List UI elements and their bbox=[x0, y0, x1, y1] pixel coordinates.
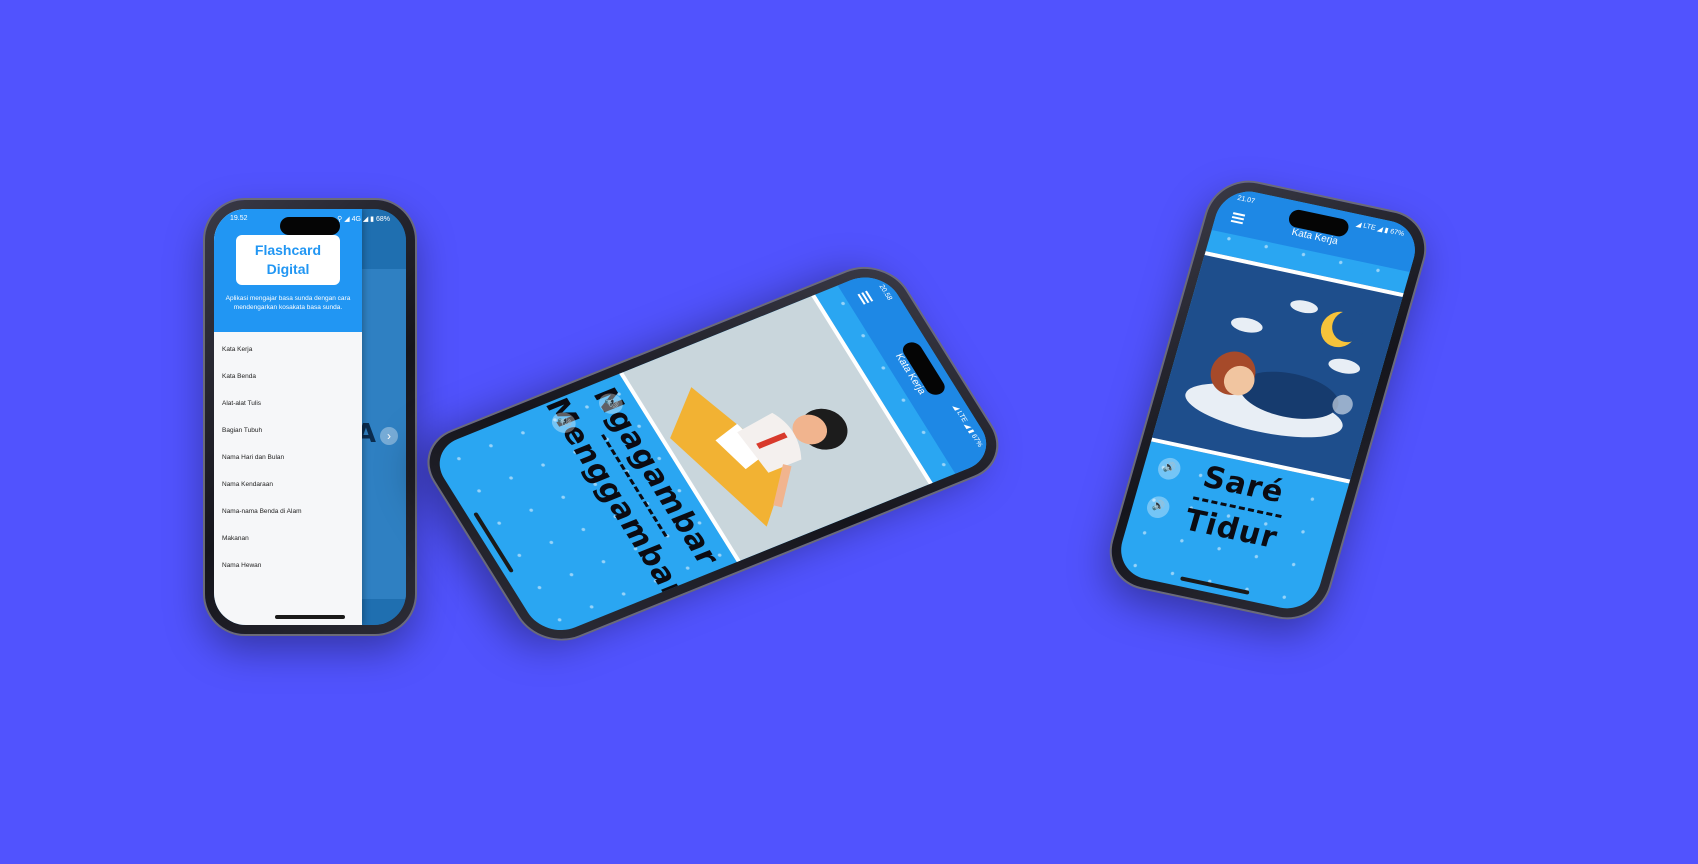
phone-screen: 21.07 ◢ LTE ◢ ▮ 67% Kata Kerja 🔊 🔊 Saré … bbox=[1113, 185, 1423, 615]
phone-screen: 20.58 ◢ LTE ◢ ▮ 67% Kata Kerja 🔊 🔊 Ngaga… bbox=[427, 267, 999, 640]
status-icons: ⚲ ◢ 4G ◢ ▮ 68% bbox=[337, 216, 390, 223]
status-time: 21.07 bbox=[1236, 194, 1256, 206]
drawer-item[interactable]: Kata Benda bbox=[214, 363, 362, 390]
navigation-drawer: Flashcard Digital Aplikasi mengajar basa… bbox=[214, 209, 362, 625]
dynamic-island bbox=[280, 217, 340, 235]
drawer-item[interactable]: Kata Kerja bbox=[214, 336, 362, 363]
phone-sleep-wrapper: 21.07 ◢ LTE ◢ ▮ 67% Kata Kerja 🔊 🔊 Saré … bbox=[1102, 175, 1434, 625]
home-indicator bbox=[275, 615, 345, 619]
drawer-item[interactable]: Nama Hari dan Bulan bbox=[214, 444, 362, 471]
phone-screen: 19.52 ⚲ ◢ 4G ◢ ▮ 68% A › Flashcard Digit… bbox=[214, 209, 406, 625]
app-description: Aplikasi mengajar basa sunda dengan cara… bbox=[225, 295, 351, 311]
drawer-item[interactable]: Nama Kendaraan bbox=[214, 471, 362, 498]
drawer-item[interactable]: Alat-alat Tulis bbox=[214, 390, 362, 417]
sleeping-child-illustration bbox=[1185, 300, 1365, 438]
drawer-item[interactable]: Nama Hewan bbox=[214, 552, 362, 579]
drawer-item[interactable]: Makanan bbox=[214, 525, 362, 552]
next-arrow-icon[interactable]: › bbox=[380, 427, 398, 445]
status-time: 19.52 bbox=[230, 215, 248, 222]
app-logo-title: Flashcard Digital bbox=[236, 235, 340, 285]
drawer-menu: Kata Kerja Kata Benda Alat-alat Tulis Ba… bbox=[214, 332, 362, 579]
status-time: 20.58 bbox=[877, 283, 894, 302]
showcase-stage: 19.52 ⚲ ◢ 4G ◢ ▮ 68% A › Flashcard Digit… bbox=[0, 0, 1698, 864]
phone-flashcard-sare: 21.07 ◢ LTE ◢ ▮ 67% Kata Kerja 🔊 🔊 Saré … bbox=[1102, 175, 1434, 625]
phone-drawer: 19.52 ⚲ ◢ 4G ◢ ▮ 68% A › Flashcard Digit… bbox=[205, 200, 415, 634]
drawer-item[interactable]: Bagian Tubuh bbox=[214, 417, 362, 444]
drawer-item[interactable]: Nama-nama Benda di Alam bbox=[214, 498, 362, 525]
phone-flashcard-ngagambar: 20.58 ◢ LTE ◢ ▮ 67% Kata Kerja 🔊 🔊 Ngaga… bbox=[413, 256, 1012, 651]
phone-drawing-wrapper: 20.58 ◢ LTE ◢ ▮ 67% Kata Kerja 🔊 🔊 Ngaga… bbox=[395, 256, 1065, 743]
flashcard-picture bbox=[1151, 251, 1404, 484]
